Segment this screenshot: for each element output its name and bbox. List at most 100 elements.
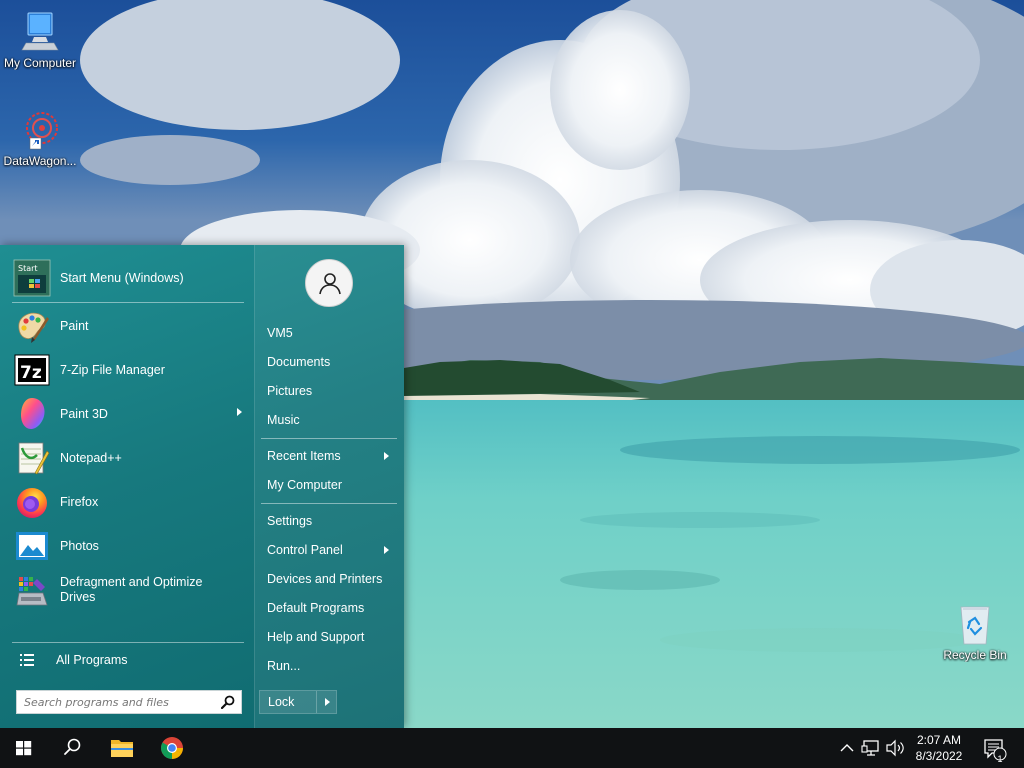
- monitor-icon: [18, 10, 62, 54]
- windows-logo-icon: [16, 741, 32, 756]
- place-label: Settings: [267, 514, 313, 528]
- place-music[interactable]: Music: [267, 409, 397, 431]
- tray-volume[interactable]: [884, 728, 906, 768]
- paint3d-icon: [13, 395, 51, 433]
- start-menu-icon: Start: [13, 259, 51, 297]
- place-label: Documents: [267, 355, 331, 369]
- desktop-icon-my-computer[interactable]: My Computer: [0, 10, 80, 70]
- program-paint[interactable]: Paint: [10, 305, 246, 347]
- all-programs-label: All Programs: [56, 653, 128, 667]
- defrag-icon: [13, 571, 51, 609]
- program-label: Paint 3D: [60, 406, 108, 421]
- place-label: My Computer: [267, 478, 343, 492]
- places-separator: [261, 438, 397, 439]
- places-separator: [261, 503, 397, 504]
- place-help-support[interactable]: Help and Support: [267, 626, 397, 648]
- program-7zip[interactable]: 7z 7-Zip File Manager: [10, 349, 246, 391]
- photos-icon: [13, 527, 51, 565]
- program-defragment[interactable]: Defragment and Optimize Drives: [10, 569, 246, 611]
- desktop-icon-datawagon[interactable]: DataWagon...: [0, 108, 80, 168]
- folder-icon: [111, 740, 133, 757]
- notification-icon: [984, 739, 1007, 761]
- place-control-panel[interactable]: Control Panel: [267, 539, 397, 561]
- power-options-button[interactable]: [316, 691, 337, 713]
- place-pictures[interactable]: Pictures: [267, 380, 397, 402]
- all-programs-button[interactable]: All Programs: [14, 648, 244, 672]
- network-icon: [861, 740, 879, 756]
- place-recent-items[interactable]: Recent Items: [267, 445, 397, 467]
- programs-separator: [12, 302, 244, 303]
- place-documents[interactable]: Documents: [267, 351, 397, 373]
- programs-separator: [12, 642, 244, 643]
- user-avatar[interactable]: [305, 259, 353, 307]
- program-label: Paint: [60, 318, 89, 333]
- chevron-right-icon: [325, 698, 330, 706]
- place-run[interactable]: Run...: [267, 655, 397, 677]
- program-photos[interactable]: Photos: [10, 525, 246, 567]
- place-label: Run...: [267, 659, 301, 673]
- paint-icon: [13, 307, 51, 345]
- program-label: Firefox: [60, 494, 99, 509]
- desktop-icon-label: My Computer: [3, 56, 77, 70]
- chevron-up-icon: [840, 744, 854, 752]
- desktop-icon-recycle-bin[interactable]: Recycle Bin: [935, 602, 1015, 662]
- place-label: Music: [267, 413, 300, 427]
- place-my-computer[interactable]: My Computer: [267, 474, 397, 496]
- start-menu-programs-pane: Start Start Menu (Windows) Paint 7z 7-Zi…: [0, 245, 254, 728]
- desktop-icon-label: Recycle Bin: [943, 648, 1007, 662]
- place-label: Help and Support: [267, 630, 365, 644]
- search-input[interactable]: [17, 691, 217, 713]
- svg-text:7z: 7z: [20, 363, 42, 383]
- program-label: Defragment and Optimize Drives: [60, 575, 203, 604]
- lock-button[interactable]: Lock: [259, 690, 337, 714]
- notepadpp-icon: [13, 439, 51, 477]
- program-paint3d[interactable]: Paint 3D: [10, 393, 246, 435]
- submenu-arrow-icon: [384, 546, 389, 554]
- tray-show-hidden-icons[interactable]: [838, 728, 856, 768]
- taskbar-clock[interactable]: 2:07 AM 8/3/2022: [906, 732, 972, 764]
- chrome-icon: [161, 737, 183, 759]
- program-start-menu-windows[interactable]: Start Start Menu (Windows): [10, 257, 246, 299]
- search-button[interactable]: [48, 728, 96, 768]
- place-devices-printers[interactable]: Devices and Printers: [267, 568, 397, 590]
- lock-label: Lock: [268, 695, 295, 709]
- program-label: 7-Zip File Manager: [60, 362, 165, 377]
- program-firefox[interactable]: Firefox: [10, 481, 246, 523]
- start-menu: Start Start Menu (Windows) Paint 7z 7-Zi…: [0, 245, 404, 728]
- svg-text:Start: Start: [18, 264, 38, 273]
- notification-count-badge: 1: [997, 754, 1003, 764]
- program-label: Start Menu (Windows): [60, 270, 184, 285]
- search-icon: [64, 738, 81, 755]
- speaker-icon: [886, 739, 904, 757]
- place-default-programs[interactable]: Default Programs: [267, 597, 397, 619]
- place-label: VM5: [267, 326, 293, 340]
- desktop-icon-label: DataWagon...: [3, 154, 77, 168]
- place-label: Recent Items: [267, 449, 341, 463]
- place-label: Devices and Printers: [267, 572, 383, 586]
- place-label: Pictures: [267, 384, 313, 398]
- chrome-button[interactable]: [148, 728, 196, 768]
- program-label: Photos: [60, 538, 99, 553]
- place-label: Control Panel: [267, 543, 343, 557]
- submenu-arrow-icon: [237, 408, 242, 416]
- datawagon-icon: [18, 108, 62, 152]
- 7zip-icon: 7z: [13, 351, 51, 389]
- place-settings[interactable]: Settings: [267, 510, 397, 532]
- list-icon: [20, 654, 34, 666]
- start-menu-places-pane: VM5 Documents Pictures Music Recent Item…: [254, 245, 404, 728]
- start-button[interactable]: [0, 728, 48, 768]
- action-center-button[interactable]: 1: [980, 728, 1010, 768]
- place-user-folder[interactable]: VM5: [267, 322, 397, 344]
- firefox-icon: [13, 483, 51, 521]
- user-icon: [319, 273, 341, 295]
- submenu-arrow-icon: [384, 452, 389, 460]
- tray-network[interactable]: [860, 728, 882, 768]
- program-label: Notepad++: [60, 450, 122, 465]
- clock-time: 2:07 AM: [916, 733, 962, 747]
- recycle-bin-icon: [953, 602, 997, 646]
- start-search-box[interactable]: [16, 690, 242, 714]
- file-explorer-button[interactable]: [98, 728, 146, 768]
- clock-date: 8/3/2022: [915, 749, 963, 763]
- program-notepadpp[interactable]: Notepad++: [10, 437, 246, 479]
- search-icon[interactable]: [221, 695, 235, 709]
